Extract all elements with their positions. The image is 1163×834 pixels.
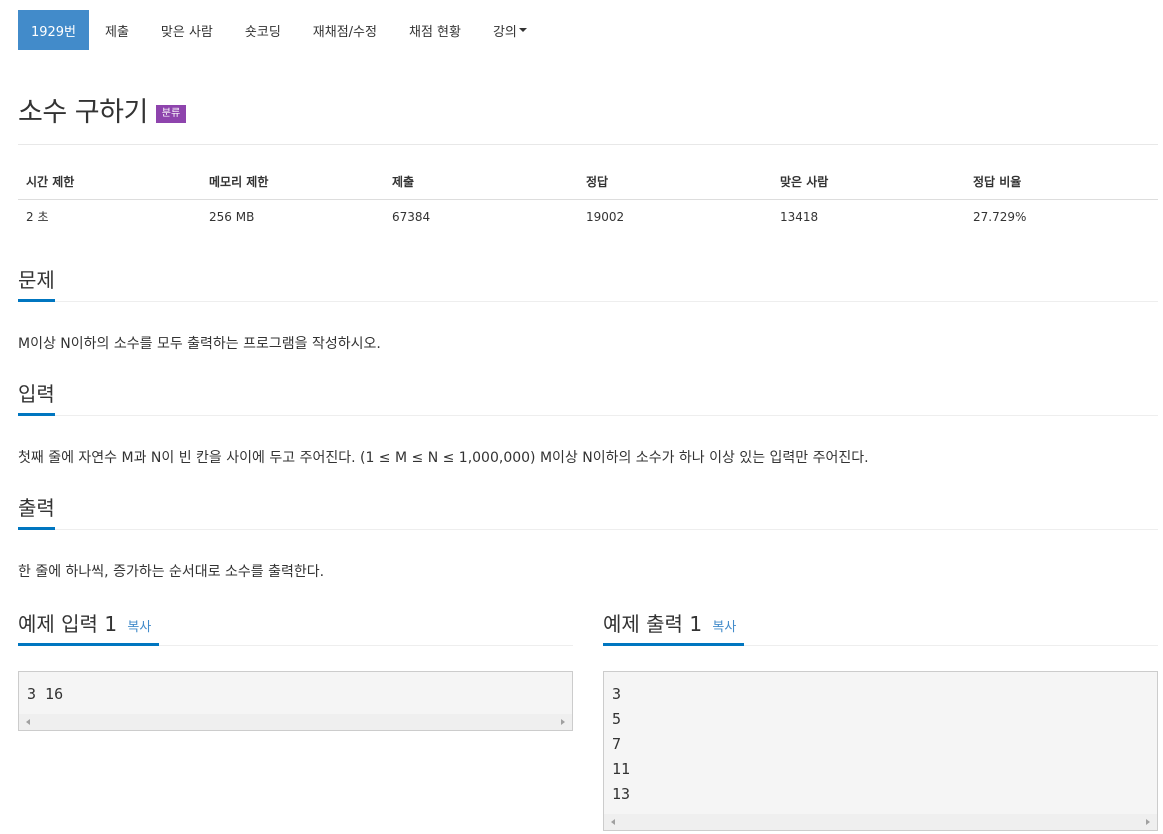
tab-problem-number[interactable]: 1929번 <box>18 10 89 50</box>
scroll-left-icon[interactable] <box>26 719 30 725</box>
tab-lecture-label: 강의 <box>492 24 517 40</box>
problem-info-table: 시간 제한 메모리 제한 제출 정답 맞은 사람 정답 비율 2 초 256 M… <box>18 164 1158 234</box>
sample-input-heading: 예제 입력 1 복사 <box>18 610 160 646</box>
sample-output-heading: 예제 출력 1 복사 <box>603 610 745 646</box>
horizontal-scrollbar[interactable] <box>19 714 572 730</box>
value-time-limit: 2 초 <box>26 210 49 225</box>
category-badge[interactable]: 분류 <box>155 104 187 123</box>
sample-output-line: 5 <box>612 710 622 728</box>
tab-submit[interactable]: 제출 <box>89 10 145 50</box>
title-divider <box>18 144 1158 145</box>
sample-input-line: 3 16 <box>27 685 64 703</box>
output-heading: 출력 <box>18 494 55 530</box>
caret-down-icon <box>518 28 527 32</box>
sample-input-lines: 3 16 <box>19 672 572 707</box>
output-section-header: 출력 <box>18 494 1158 530</box>
tab-solved-users[interactable]: 맞은 사람 <box>145 10 229 50</box>
sample-output-title: 예제 출력 1 <box>603 612 703 636</box>
input-section-header: 입력 <box>18 380 1158 416</box>
sample-input-box[interactable]: 3 16 <box>18 671 573 731</box>
copy-sample-output-button[interactable]: 복사 <box>712 620 736 635</box>
problem-title-row: 소수 구하기 분류 <box>18 90 187 129</box>
tab-lecture-dropdown[interactable]: 강의 <box>477 10 543 50</box>
scroll-right-icon[interactable] <box>561 719 565 725</box>
value-accepted: 19002 <box>586 209 625 224</box>
table-header-row: 시간 제한 메모리 제한 제출 정답 맞은 사람 정답 비율 <box>18 164 1158 200</box>
sample-output-lines: 3 5 7 11 13 <box>604 672 1157 807</box>
header-solved-users: 맞은 사람 <box>772 164 965 200</box>
problem-description: M이상 N이하의 소수를 모두 출력하는 프로그램을 작성하시오. <box>18 336 381 352</box>
value-accept-ratio: 27.729% <box>973 209 1027 224</box>
sample-output-header: 예제 출력 1 복사 <box>603 610 1158 646</box>
value-submissions: 67384 <box>392 209 431 224</box>
horizontal-scrollbar[interactable] <box>604 814 1157 830</box>
header-submissions: 제출 <box>384 164 578 200</box>
sample-output-line: 3 <box>612 685 622 703</box>
tab-short-coding[interactable]: 숏코딩 <box>229 10 297 50</box>
sample-output-line: 11 <box>612 760 631 778</box>
input-heading: 입력 <box>18 380 55 416</box>
tab-rejudge[interactable]: 재채점/수정 <box>297 10 393 50</box>
sample-output-box[interactable]: 3 5 7 11 13 <box>603 671 1158 831</box>
header-accept-ratio: 정답 비율 <box>965 164 1158 200</box>
value-memory-limit: 256 MB <box>209 209 255 224</box>
output-description: 한 줄에 하나씩, 증가하는 순서대로 소수를 출력한다. <box>18 564 325 580</box>
problem-menu: 1929번 제출 맞은 사람 숏코딩 재채점/수정 채점 현황 강의 <box>18 10 543 50</box>
input-description: 첫째 줄에 자연수 M과 N이 빈 칸을 사이에 두고 주어진다. (1 ≤ M… <box>18 450 869 466</box>
scroll-left-icon[interactable] <box>611 819 615 825</box>
page-title: 소수 구하기 <box>18 97 148 128</box>
header-accepted: 정답 <box>578 164 772 200</box>
table-row: 2 초 256 MB 67384 19002 13418 27.729% <box>18 199 1158 234</box>
copy-sample-input-button[interactable]: 복사 <box>127 620 151 635</box>
sample-output-line: 13 <box>612 785 631 803</box>
value-solved-users: 13418 <box>780 209 819 224</box>
tab-status[interactable]: 채점 현황 <box>393 10 477 50</box>
header-memory-limit: 메모리 제한 <box>201 164 384 200</box>
problem-heading: 문제 <box>18 266 55 302</box>
sample-input-title: 예제 입력 1 <box>18 612 118 636</box>
scroll-right-icon[interactable] <box>1146 819 1150 825</box>
sample-input-header: 예제 입력 1 복사 <box>18 610 573 646</box>
header-time-limit: 시간 제한 <box>18 164 201 200</box>
problem-section-header: 문제 <box>18 266 1158 302</box>
sample-output-line: 7 <box>612 735 622 753</box>
